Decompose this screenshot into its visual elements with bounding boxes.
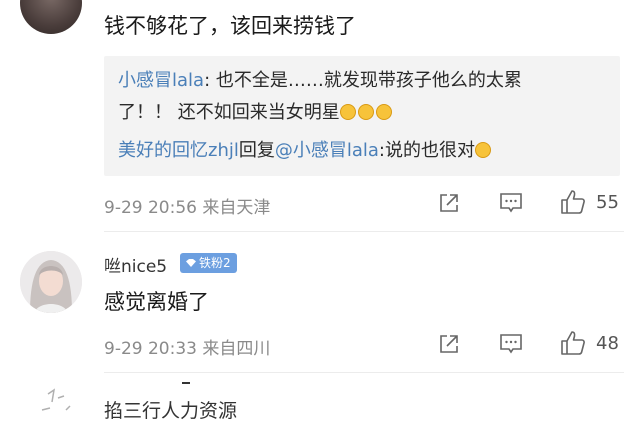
comment-text: 掐三行人力资源 xyxy=(104,400,238,422)
reply-line: 小感冒lala: 也不全是……就发现带孩子他么的太累 xyxy=(118,66,522,92)
comment-meta: 9-29 20:56 来自天津 xyxy=(104,198,271,218)
reply-username[interactable]: 小感冒lala xyxy=(118,70,204,91)
like-count: 55 xyxy=(596,192,619,213)
comment-username[interactable]: 咝nice5 xyxy=(104,252,167,277)
like-icon[interactable] xyxy=(560,189,586,215)
avatar[interactable] xyxy=(28,380,82,433)
reply-mention[interactable]: @小感冒lala xyxy=(275,140,379,161)
comment-text: 钱不够花了，该回来捞钱了 xyxy=(104,14,356,38)
avatar[interactable] xyxy=(20,0,82,34)
avatar[interactable] xyxy=(20,251,82,313)
laugh-emoji-icon xyxy=(375,104,392,120)
gem-icon xyxy=(186,259,196,267)
like-count: 48 xyxy=(596,333,619,354)
reply-box[interactable]: 小感冒lala: 也不全是……就发现带孩子他么的太累 了！！ 还不如回来当女明星… xyxy=(104,56,620,176)
fan-badge-label: 铁粉2 xyxy=(199,256,231,270)
reply-username[interactable]: 美好的回忆zhjl xyxy=(118,140,239,161)
comment-meta: 9-29 20:33 来自四川 xyxy=(104,339,271,359)
fan-badge[interactable]: 铁粉2 xyxy=(180,253,237,273)
comment-icon[interactable] xyxy=(499,192,523,214)
reply-text: :说的也很对 xyxy=(378,140,475,161)
share-icon[interactable] xyxy=(438,333,460,355)
divider xyxy=(104,231,624,232)
comment-text: 感觉离婚了 xyxy=(104,290,209,314)
divider xyxy=(104,372,624,373)
username-fragment xyxy=(182,382,190,384)
laugh-emoji-icon xyxy=(357,104,374,120)
reply-text: 回复 xyxy=(238,140,275,161)
reply-text: : 也不全是……就发现带孩子他么的太累 xyxy=(204,70,522,91)
reply-line: 了！！ 还不如回来当女明星 xyxy=(118,98,394,124)
comment-icon[interactable] xyxy=(499,333,523,355)
laugh-emoji-icon xyxy=(339,104,356,120)
grin-emoji-icon xyxy=(475,142,491,158)
reply-line: 美好的回忆zhjl回复@小感冒lala:说的也很对 xyxy=(118,136,493,162)
reply-text: 了！！ 还不如回来当女明星 xyxy=(118,102,340,123)
like-icon[interactable] xyxy=(560,330,586,356)
share-icon[interactable] xyxy=(438,192,460,214)
